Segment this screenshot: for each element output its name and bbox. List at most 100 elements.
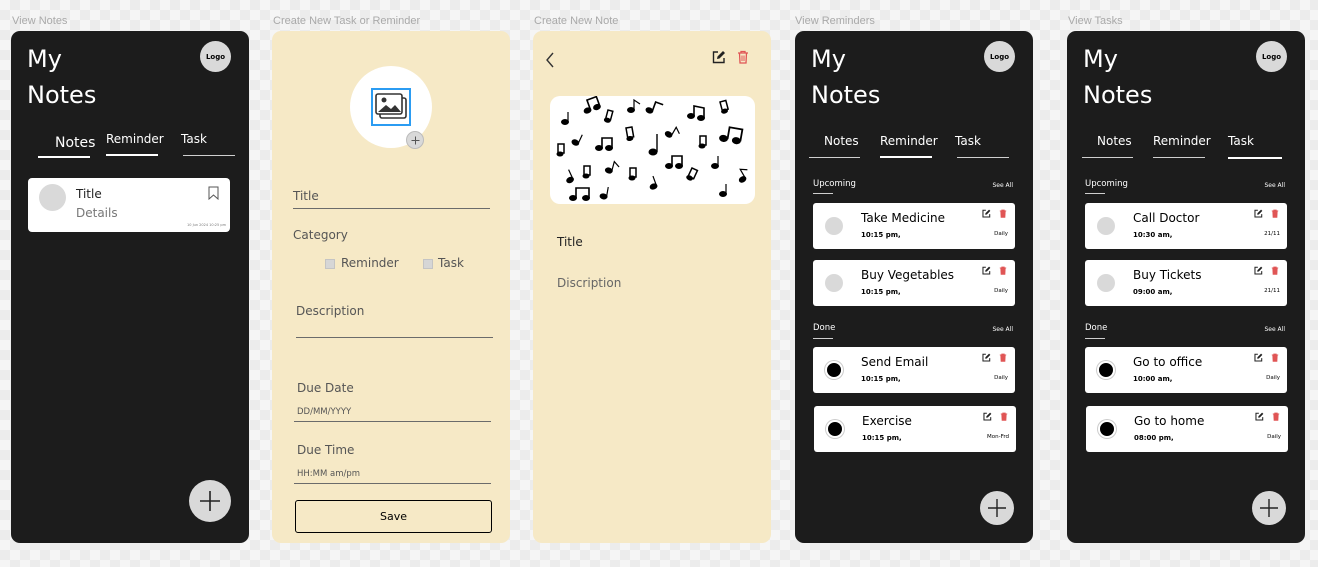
tab-notes[interactable]: Notes (55, 135, 95, 151)
task-checkbox[interactable] (423, 259, 433, 269)
task-status-circle[interactable] (1097, 217, 1115, 235)
delete-icon[interactable] (1000, 412, 1008, 421)
description-input[interactable] (296, 337, 493, 338)
add-image-button[interactable] (406, 131, 424, 149)
title-input[interactable] (293, 208, 490, 209)
image-picker[interactable] (350, 66, 432, 149)
task-status-circle[interactable] (1097, 361, 1115, 379)
tab-reminder[interactable]: Reminder (106, 132, 164, 146)
note-cover-image[interactable] (550, 96, 755, 204)
app-title-line1: My (811, 45, 846, 73)
delete-icon[interactable] (999, 353, 1007, 362)
edit-icon[interactable] (1254, 266, 1263, 275)
delete-icon[interactable] (1271, 266, 1279, 275)
reminder-time: 10:15 pm, (861, 288, 901, 296)
due-time-label: Due Time (297, 443, 355, 457)
due-date-label: Due Date (297, 381, 354, 395)
reminder-item[interactable]: Exercise 10:15 pm, Mon-Frd (814, 406, 1016, 452)
note-card[interactable]: Title Details 10 Jun 2024 10:25 pm (28, 178, 230, 232)
frame-label-create-task: Create New Task or Reminder (273, 15, 421, 27)
task-title: Buy Tickets (1133, 268, 1202, 282)
bookmark-icon[interactable] (208, 186, 219, 200)
tab-reminder[interactable]: Reminder (880, 134, 938, 148)
tab-task[interactable]: Task (955, 134, 981, 148)
task-time: 10:30 am, (1133, 231, 1173, 239)
edit-icon[interactable] (1255, 412, 1264, 421)
edit-icon[interactable] (712, 50, 726, 64)
task-status-circle[interactable] (1098, 420, 1116, 438)
task-title: Call Doctor (1133, 211, 1200, 225)
due-time-input[interactable]: HH:MM am/pm (297, 469, 360, 479)
done-underline (813, 338, 833, 339)
tab-notes[interactable]: Notes (1097, 134, 1132, 148)
app-title: My Notes (1083, 41, 1152, 113)
reminder-title: Send Email (861, 355, 929, 369)
reminder-status-circle[interactable] (825, 274, 843, 292)
reminder-status-circle[interactable] (825, 361, 843, 379)
logo[interactable]: Logo (200, 41, 231, 72)
add-note-button[interactable] (189, 480, 231, 522)
task-time: 08:00 pm, (1134, 434, 1174, 442)
logo[interactable]: Logo (1256, 41, 1287, 72)
tab-notes-underline (38, 156, 90, 158)
tab-reminder-underline (1153, 157, 1205, 158)
done-see-all-link[interactable]: See All (1264, 326, 1285, 333)
tab-notes[interactable]: Notes (824, 134, 859, 148)
upcoming-see-all-link[interactable]: See All (992, 182, 1013, 189)
reminder-status-circle[interactable] (826, 420, 844, 438)
tab-reminder-underline (106, 154, 158, 156)
delete-icon[interactable] (999, 266, 1007, 275)
view-notes-screen: My Notes Logo Notes Reminder Task Title … (11, 31, 249, 543)
done-see-all-link[interactable]: See All (992, 326, 1013, 333)
frame-label-view-notes: View Notes (12, 15, 68, 27)
reminder-status-circle[interactable] (825, 217, 843, 235)
task-item[interactable]: Go to home 08:00 pm, Daily (1086, 406, 1288, 452)
reminder-time: 10:15 pm, (861, 375, 901, 383)
frame-label-view-tasks: View Tasks (1068, 15, 1123, 27)
delete-icon[interactable] (1271, 353, 1279, 362)
reminder-item[interactable]: Buy Vegetables 10:15 pm, Daily (813, 260, 1015, 306)
tab-notes-underline (809, 157, 860, 158)
task-time: 09:00 am, (1133, 288, 1173, 296)
title-label: Title (293, 189, 319, 203)
frame-label-view-reminders: View Reminders (795, 15, 875, 27)
done-label: Done (813, 323, 836, 333)
task-repeat: Daily (1266, 375, 1280, 381)
delete-icon[interactable] (999, 209, 1007, 218)
delete-icon[interactable] (737, 50, 749, 64)
task-option-label: Task (438, 256, 464, 270)
task-status-circle[interactable] (1097, 274, 1115, 292)
tab-task[interactable]: Task (1228, 134, 1254, 148)
note-description-input[interactable]: Discription (557, 276, 621, 290)
reminder-checkbox[interactable] (325, 259, 335, 269)
task-item[interactable]: Go to office 10:00 am, Daily (1085, 347, 1287, 393)
delete-icon[interactable] (1271, 209, 1279, 218)
save-button[interactable]: Save (295, 500, 492, 533)
logo[interactable]: Logo (984, 41, 1015, 72)
reminder-item[interactable]: Take Medicine 10:15 pm, Daily (813, 203, 1015, 249)
add-task-button[interactable] (1252, 491, 1286, 525)
plus-icon (988, 499, 1006, 517)
edit-icon[interactable] (983, 412, 992, 421)
delete-icon[interactable] (1272, 412, 1280, 421)
due-date-underline (294, 421, 491, 422)
edit-icon[interactable] (1254, 209, 1263, 218)
task-title: Go to office (1133, 355, 1203, 369)
edit-icon[interactable] (982, 266, 991, 275)
note-title-input[interactable]: Title (557, 235, 583, 249)
upcoming-see-all-link[interactable]: See All (1264, 182, 1285, 189)
task-item[interactable]: Call Doctor 10:30 am, 21/11 (1085, 203, 1287, 249)
edit-icon[interactable] (982, 353, 991, 362)
task-item[interactable]: Buy Tickets 09:00 am, 21/11 (1085, 260, 1287, 306)
tab-reminder-underline (880, 156, 932, 158)
reminder-item[interactable]: Send Email 10:15 pm, Daily (813, 347, 1015, 393)
edit-icon[interactable] (1254, 353, 1263, 362)
add-reminder-button[interactable] (980, 491, 1014, 525)
note-details: Details (76, 206, 118, 220)
edit-icon[interactable] (982, 209, 991, 218)
tab-reminder[interactable]: Reminder (1153, 134, 1211, 148)
due-date-input[interactable]: DD/MM/YYYY (297, 407, 351, 417)
plus-icon (1260, 499, 1278, 517)
tab-task[interactable]: Task (181, 132, 207, 146)
back-icon[interactable] (545, 52, 555, 68)
